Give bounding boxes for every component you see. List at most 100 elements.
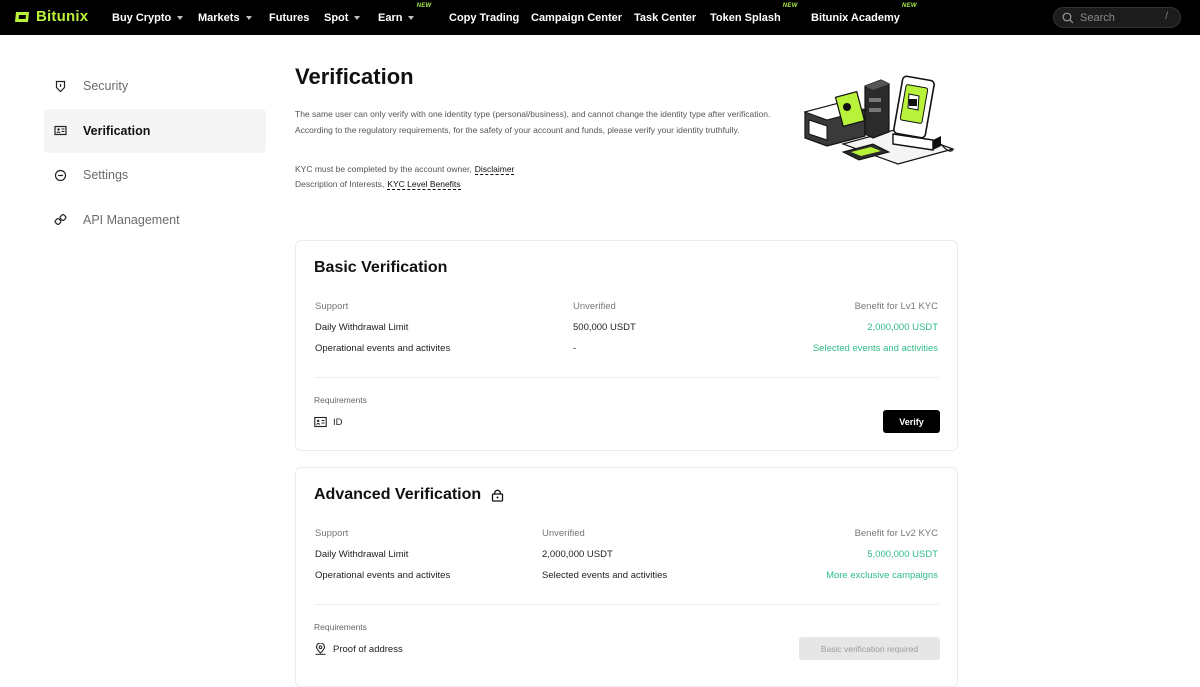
interest-text: Description of Interests, — [295, 179, 385, 189]
verification-intro: The same user can only verify with one i… — [295, 109, 785, 141]
search-icon — [1062, 12, 1074, 23]
card-title: Basic Verification — [314, 259, 447, 277]
requirement-item: Proof of address — [314, 643, 403, 655]
nav-label: Copy Trading — [449, 11, 520, 24]
sidebar-item-label: Security — [83, 79, 129, 93]
caret-down-icon — [177, 15, 184, 20]
sidebar-item-label: Settings — [83, 168, 129, 182]
caret-down-icon — [245, 15, 252, 20]
nav-markets[interactable]: Markets — [198, 0, 252, 35]
nav-token-splash[interactable]: Token Splash NEW — [710, 0, 797, 35]
column-header: Unverified — [573, 301, 616, 312]
sidebar-item-verification[interactable]: Verification — [44, 108, 266, 153]
nav-label: Markets — [198, 11, 240, 24]
requirements-label: Requirements — [314, 395, 367, 405]
new-badge: NEW — [901, 3, 917, 9]
nav-earn[interactable]: Earn NEW — [378, 0, 431, 35]
nav-label: Buy Crypto — [112, 11, 172, 24]
nav-campaign-center[interactable]: Campaign Center — [531, 0, 622, 35]
nav-bitunix-academy[interactable]: Bitunix Academy NEW — [811, 0, 917, 35]
benefits-line: Description of Interests, KYC Level Benef… — [295, 177, 514, 192]
new-badge: NEW — [416, 3, 432, 9]
column-header: Support — [315, 301, 349, 312]
card-title: Advanced Verification — [314, 486, 504, 504]
nav-spot[interactable]: Spot — [324, 0, 361, 35]
card-title-text: Advanced Verification — [314, 486, 482, 503]
intro-text: The same user can only verify with one i… — [295, 109, 771, 119]
requirement-text: ID — [333, 416, 343, 428]
row-label: Daily Withdrawal Limit — [315, 322, 409, 333]
unverified-value: 2,000,000 USDT — [542, 549, 613, 560]
table-row: Operational events and activites - Selec… — [315, 343, 938, 357]
intro-text: According to the regulatory requirements… — [295, 125, 740, 135]
benefit-value: 2,000,000 USDT — [867, 322, 938, 333]
nav-label: Spot — [324, 11, 349, 24]
table-row: Daily Withdrawal Limit 2,000,000 USDT 5,… — [315, 549, 938, 563]
nav-task-center[interactable]: Task Center — [634, 0, 696, 35]
nav-label: Futures — [269, 11, 310, 24]
caret-down-icon — [354, 15, 361, 20]
nav-futures[interactable]: Futures — [269, 0, 309, 35]
column-header: Support — [315, 528, 349, 539]
nav-label: Token Splash — [710, 11, 781, 24]
search-input[interactable] — [1080, 11, 1160, 24]
brand-logo[interactable]: Bitunix — [13, 8, 88, 25]
verification-illustration — [803, 75, 955, 165]
divider — [314, 377, 939, 378]
settings-icon — [54, 169, 67, 182]
row-label: Operational events and activites — [315, 570, 451, 581]
sidebar-item-security[interactable]: Security — [44, 64, 266, 108]
bitunix-logo-icon — [15, 11, 29, 22]
nav-buy-crypto[interactable]: Buy Crypto — [112, 0, 184, 35]
benefit-value: More exclusive campaigns — [826, 570, 938, 581]
divider — [314, 604, 939, 605]
new-badge: NEW — [782, 3, 798, 9]
table-row: Daily Withdrawal Limit 500,000 USDT 2,00… — [315, 322, 938, 336]
table-row: Operational events and activites Selecte… — [315, 570, 938, 584]
unverified-value: Selected events and activities — [542, 570, 668, 581]
table-header: Support Unverified Benefit for Lv2 KYC — [315, 528, 938, 542]
nav-copy-trading[interactable]: Copy Trading — [449, 0, 519, 35]
nav-label: Bitunix Academy — [811, 11, 900, 24]
requirement-text: Proof of address — [333, 643, 403, 655]
kyc-links: KYC must be completed by the account own… — [295, 162, 515, 192]
disclaimer-line: KYC must be completed by the account own… — [295, 162, 515, 177]
column-header: Benefit for Lv1 KYC — [854, 301, 938, 312]
benefit-value: 5,000,000 USDT — [867, 549, 938, 560]
kyc-level-benefits-link[interactable]: KYC Level Benefits — [387, 179, 461, 190]
basic-verification-required-button[interactable]: Basic verification required — [799, 637, 940, 660]
sidebar-item-api-management[interactable]: API Management — [44, 198, 266, 242]
shield-icon — [54, 80, 67, 93]
sidebar-item-label: API Management — [83, 212, 180, 227]
search-shortcut-hint: / — [1165, 11, 1168, 22]
row-label: Operational events and activites — [315, 343, 451, 354]
brand-name: Bitunix — [36, 8, 89, 25]
nav-label: Earn — [378, 11, 403, 24]
card-title-text: Basic Verification — [314, 259, 448, 276]
page-title: Verification — [295, 64, 414, 89]
unverified-value: - — [573, 343, 577, 354]
column-header: Unverified — [542, 528, 585, 539]
verify-button[interactable]: Verify — [883, 410, 940, 433]
nav-label: Task Center — [634, 11, 697, 24]
search-box[interactable]: / — [1053, 7, 1181, 28]
account-sidebar: Security Verification Settings API Manag… — [44, 64, 266, 242]
location-pin-icon — [315, 643, 326, 655]
requirements-label: Requirements — [314, 622, 367, 632]
nav-label: Campaign Center — [531, 11, 623, 24]
advanced-verification-card: Advanced Verification Support Unverified… — [295, 467, 958, 687]
disclaimer-link[interactable]: Disclaimer — [474, 164, 515, 175]
lock-icon — [492, 489, 504, 502]
kyc-text: KYC must be completed by the account own… — [295, 164, 472, 174]
link-icon — [54, 213, 67, 226]
basic-verification-card: Basic Verification Support Unverified Be… — [295, 240, 958, 451]
unverified-value: 500,000 USDT — [573, 322, 636, 333]
top-navbar: Bitunix Buy Crypto Markets Futures Spot … — [0, 0, 1200, 35]
sidebar-item-label: Verification — [83, 123, 151, 138]
column-header: Benefit for Lv2 KYC — [854, 528, 938, 539]
id-card-icon — [314, 416, 327, 428]
id-card-icon — [54, 124, 67, 137]
row-label: Daily Withdrawal Limit — [315, 549, 409, 560]
requirement-item: ID — [314, 416, 343, 428]
sidebar-item-settings[interactable]: Settings — [44, 153, 266, 197]
